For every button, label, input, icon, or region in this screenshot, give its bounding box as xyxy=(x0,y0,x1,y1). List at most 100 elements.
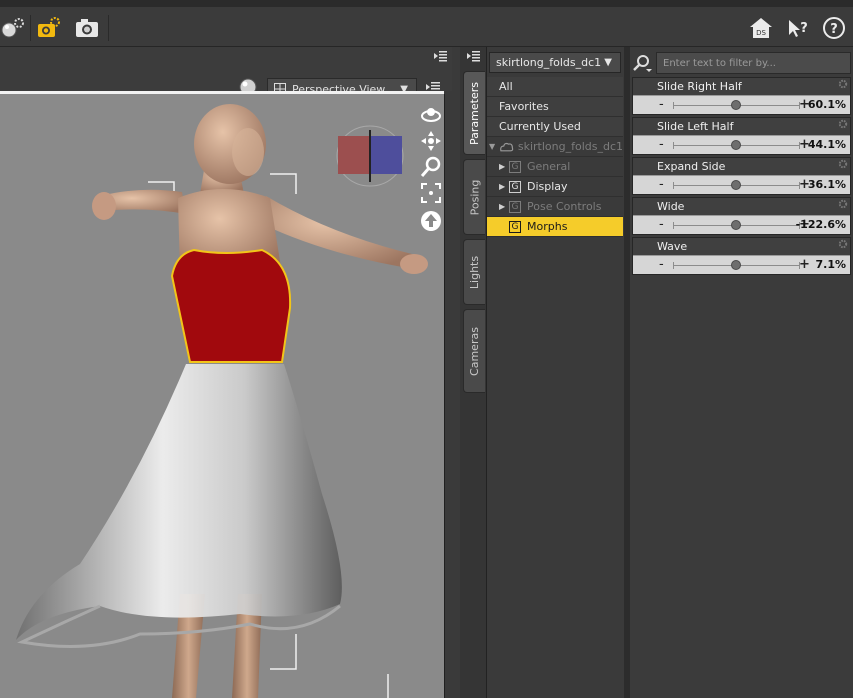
slider-knob[interactable] xyxy=(731,220,741,230)
whats-this-icon[interactable]: ? xyxy=(785,15,811,41)
chevron-down-icon: ▼ xyxy=(604,57,612,68)
pan-icon[interactable] xyxy=(420,130,442,155)
tree-group-pose-controls[interactable]: ▶ G Pose Controls xyxy=(487,197,623,217)
morph-slider: Slide Left Half - + 44.1% xyxy=(632,117,851,155)
gear-icon[interactable] xyxy=(838,159,848,169)
frame-icon[interactable] xyxy=(420,182,442,207)
tree-node-root[interactable]: ▼ skirtlong_folds_dc1 xyxy=(487,137,623,157)
tree-group-general[interactable]: ▶ G General xyxy=(487,157,623,177)
slider-tick xyxy=(673,222,674,229)
home-icon[interactable]: DS xyxy=(748,15,774,41)
slider-value[interactable]: 36.1% xyxy=(808,178,846,191)
help-glyph: ? xyxy=(830,22,838,37)
toolbar-separator xyxy=(108,15,109,41)
expand-arrow-icon[interactable]: ▶ xyxy=(499,182,509,191)
slider-bar[interactable]: - + 36.1% xyxy=(633,175,850,194)
slider-knob[interactable] xyxy=(731,260,741,270)
slider-value[interactable]: 44.1% xyxy=(808,138,846,151)
panel-menu-icon[interactable] xyxy=(465,49,481,66)
viewport-splitter[interactable] xyxy=(444,94,452,698)
morph-slider: Wide - + -122.6% xyxy=(632,197,851,235)
slider-knob[interactable] xyxy=(731,100,741,110)
slider-tick xyxy=(673,142,674,149)
decrement-button[interactable]: - xyxy=(659,257,664,273)
gear-icon[interactable] xyxy=(838,199,848,209)
node-icon xyxy=(499,142,513,151)
expand-arrow-icon[interactable]: ▶ xyxy=(499,162,509,171)
tree-group-morphs[interactable]: G Morphs xyxy=(487,217,623,237)
tree-item-label: Favorites xyxy=(499,100,549,113)
tree-item-label: All xyxy=(499,80,513,93)
expand-arrow-icon[interactable]: ▼ xyxy=(489,142,499,151)
slider-knob[interactable] xyxy=(731,180,741,190)
slider-name: Expand Side xyxy=(657,160,726,173)
side-tabs: Parameters Posing Lights Cameras xyxy=(460,47,486,698)
toolbar-separator xyxy=(30,15,31,41)
slider-name: Wave xyxy=(657,240,688,253)
viewport-3d[interactable] xyxy=(0,94,444,698)
decrement-button[interactable]: - xyxy=(659,97,664,113)
parameters-panel: Enter text to filter by... Slide Right H… xyxy=(630,47,853,698)
title-strip xyxy=(0,0,853,7)
camera-icon[interactable] xyxy=(74,15,100,41)
slider-knob[interactable] xyxy=(731,140,741,150)
help-icon[interactable]: ? xyxy=(821,15,847,41)
main-toolbar: DS ? ? xyxy=(0,7,853,47)
slider-value[interactable]: 7.1% xyxy=(815,258,846,271)
slider-tick xyxy=(673,262,674,269)
home-badge: DS xyxy=(756,29,766,37)
tab-cameras[interactable]: Cameras xyxy=(463,309,485,393)
node-select[interactable]: skirtlong_folds_dc1 ▼ xyxy=(489,52,621,73)
tree-item-label: Currently Used xyxy=(499,120,581,133)
tree-group-label: General xyxy=(527,160,571,173)
tree-item-all[interactable]: All xyxy=(487,77,623,97)
tab-lights[interactable]: Lights xyxy=(463,239,485,305)
whats-this-glyph: ? xyxy=(800,21,808,36)
tab-posing[interactable]: Posing xyxy=(463,159,485,235)
slider-value[interactable]: -122.6% xyxy=(796,218,846,231)
reset-view-icon[interactable] xyxy=(420,210,442,235)
slider-bar[interactable]: - + 60.1% xyxy=(633,95,850,114)
slider-bar[interactable]: - + 44.1% xyxy=(633,135,850,154)
group-icon: G xyxy=(509,160,521,173)
increment-button[interactable]: + xyxy=(799,256,810,273)
search-icon[interactable] xyxy=(632,53,652,73)
morph-slider: Wave - + 7.1% xyxy=(632,237,851,275)
tree-group-label: Display xyxy=(527,180,568,193)
slider-name: Slide Left Half xyxy=(657,120,734,133)
panel-menu-icon[interactable] xyxy=(432,49,448,66)
tree-node-label: skirtlong_folds_dc1 xyxy=(517,140,623,153)
tree-group-label: Pose Controls xyxy=(527,200,602,213)
gear-icon[interactable] xyxy=(838,239,848,249)
slider-value[interactable]: 60.1% xyxy=(808,98,846,111)
view-cube[interactable] xyxy=(334,122,406,191)
slider-bar[interactable]: - + -122.6% xyxy=(633,215,850,234)
slider-name: Slide Right Half xyxy=(657,80,742,93)
tree-group-display[interactable]: ▶ G Display xyxy=(487,177,623,197)
decrement-button[interactable]: - xyxy=(659,177,664,193)
render-settings-icon[interactable] xyxy=(0,15,26,41)
decrement-button[interactable]: - xyxy=(659,217,664,233)
orbit-icon[interactable] xyxy=(420,104,442,129)
morph-slider: Expand Side - + 36.1% xyxy=(632,157,851,195)
slider-tick xyxy=(673,182,674,189)
tree-item-favorites[interactable]: Favorites xyxy=(487,97,623,117)
expand-arrow-icon[interactable]: ▶ xyxy=(499,202,509,211)
slider-bar[interactable]: - + 7.1% xyxy=(633,255,850,274)
filter-input[interactable]: Enter text to filter by... xyxy=(656,52,851,74)
group-icon: G xyxy=(509,180,521,193)
tab-lights-label: Lights xyxy=(468,255,481,289)
tab-parameters[interactable]: Parameters xyxy=(463,71,485,155)
filter-bar: Enter text to filter by... xyxy=(632,52,851,74)
zoom-icon[interactable] xyxy=(420,156,442,181)
tab-posing-label: Posing xyxy=(468,179,481,215)
tree-item-currently-used[interactable]: Currently Used xyxy=(487,117,623,137)
property-tree-panel: skirtlong_folds_dc1 ▼ All Favorites Curr… xyxy=(486,47,624,698)
slider-name: Wide xyxy=(657,200,685,213)
group-icon: G xyxy=(509,200,521,213)
gear-icon[interactable] xyxy=(838,119,848,129)
tab-parameters-label: Parameters xyxy=(468,81,481,145)
render-icon[interactable] xyxy=(36,15,62,41)
decrement-button[interactable]: - xyxy=(659,137,664,153)
gear-icon[interactable] xyxy=(838,79,848,89)
